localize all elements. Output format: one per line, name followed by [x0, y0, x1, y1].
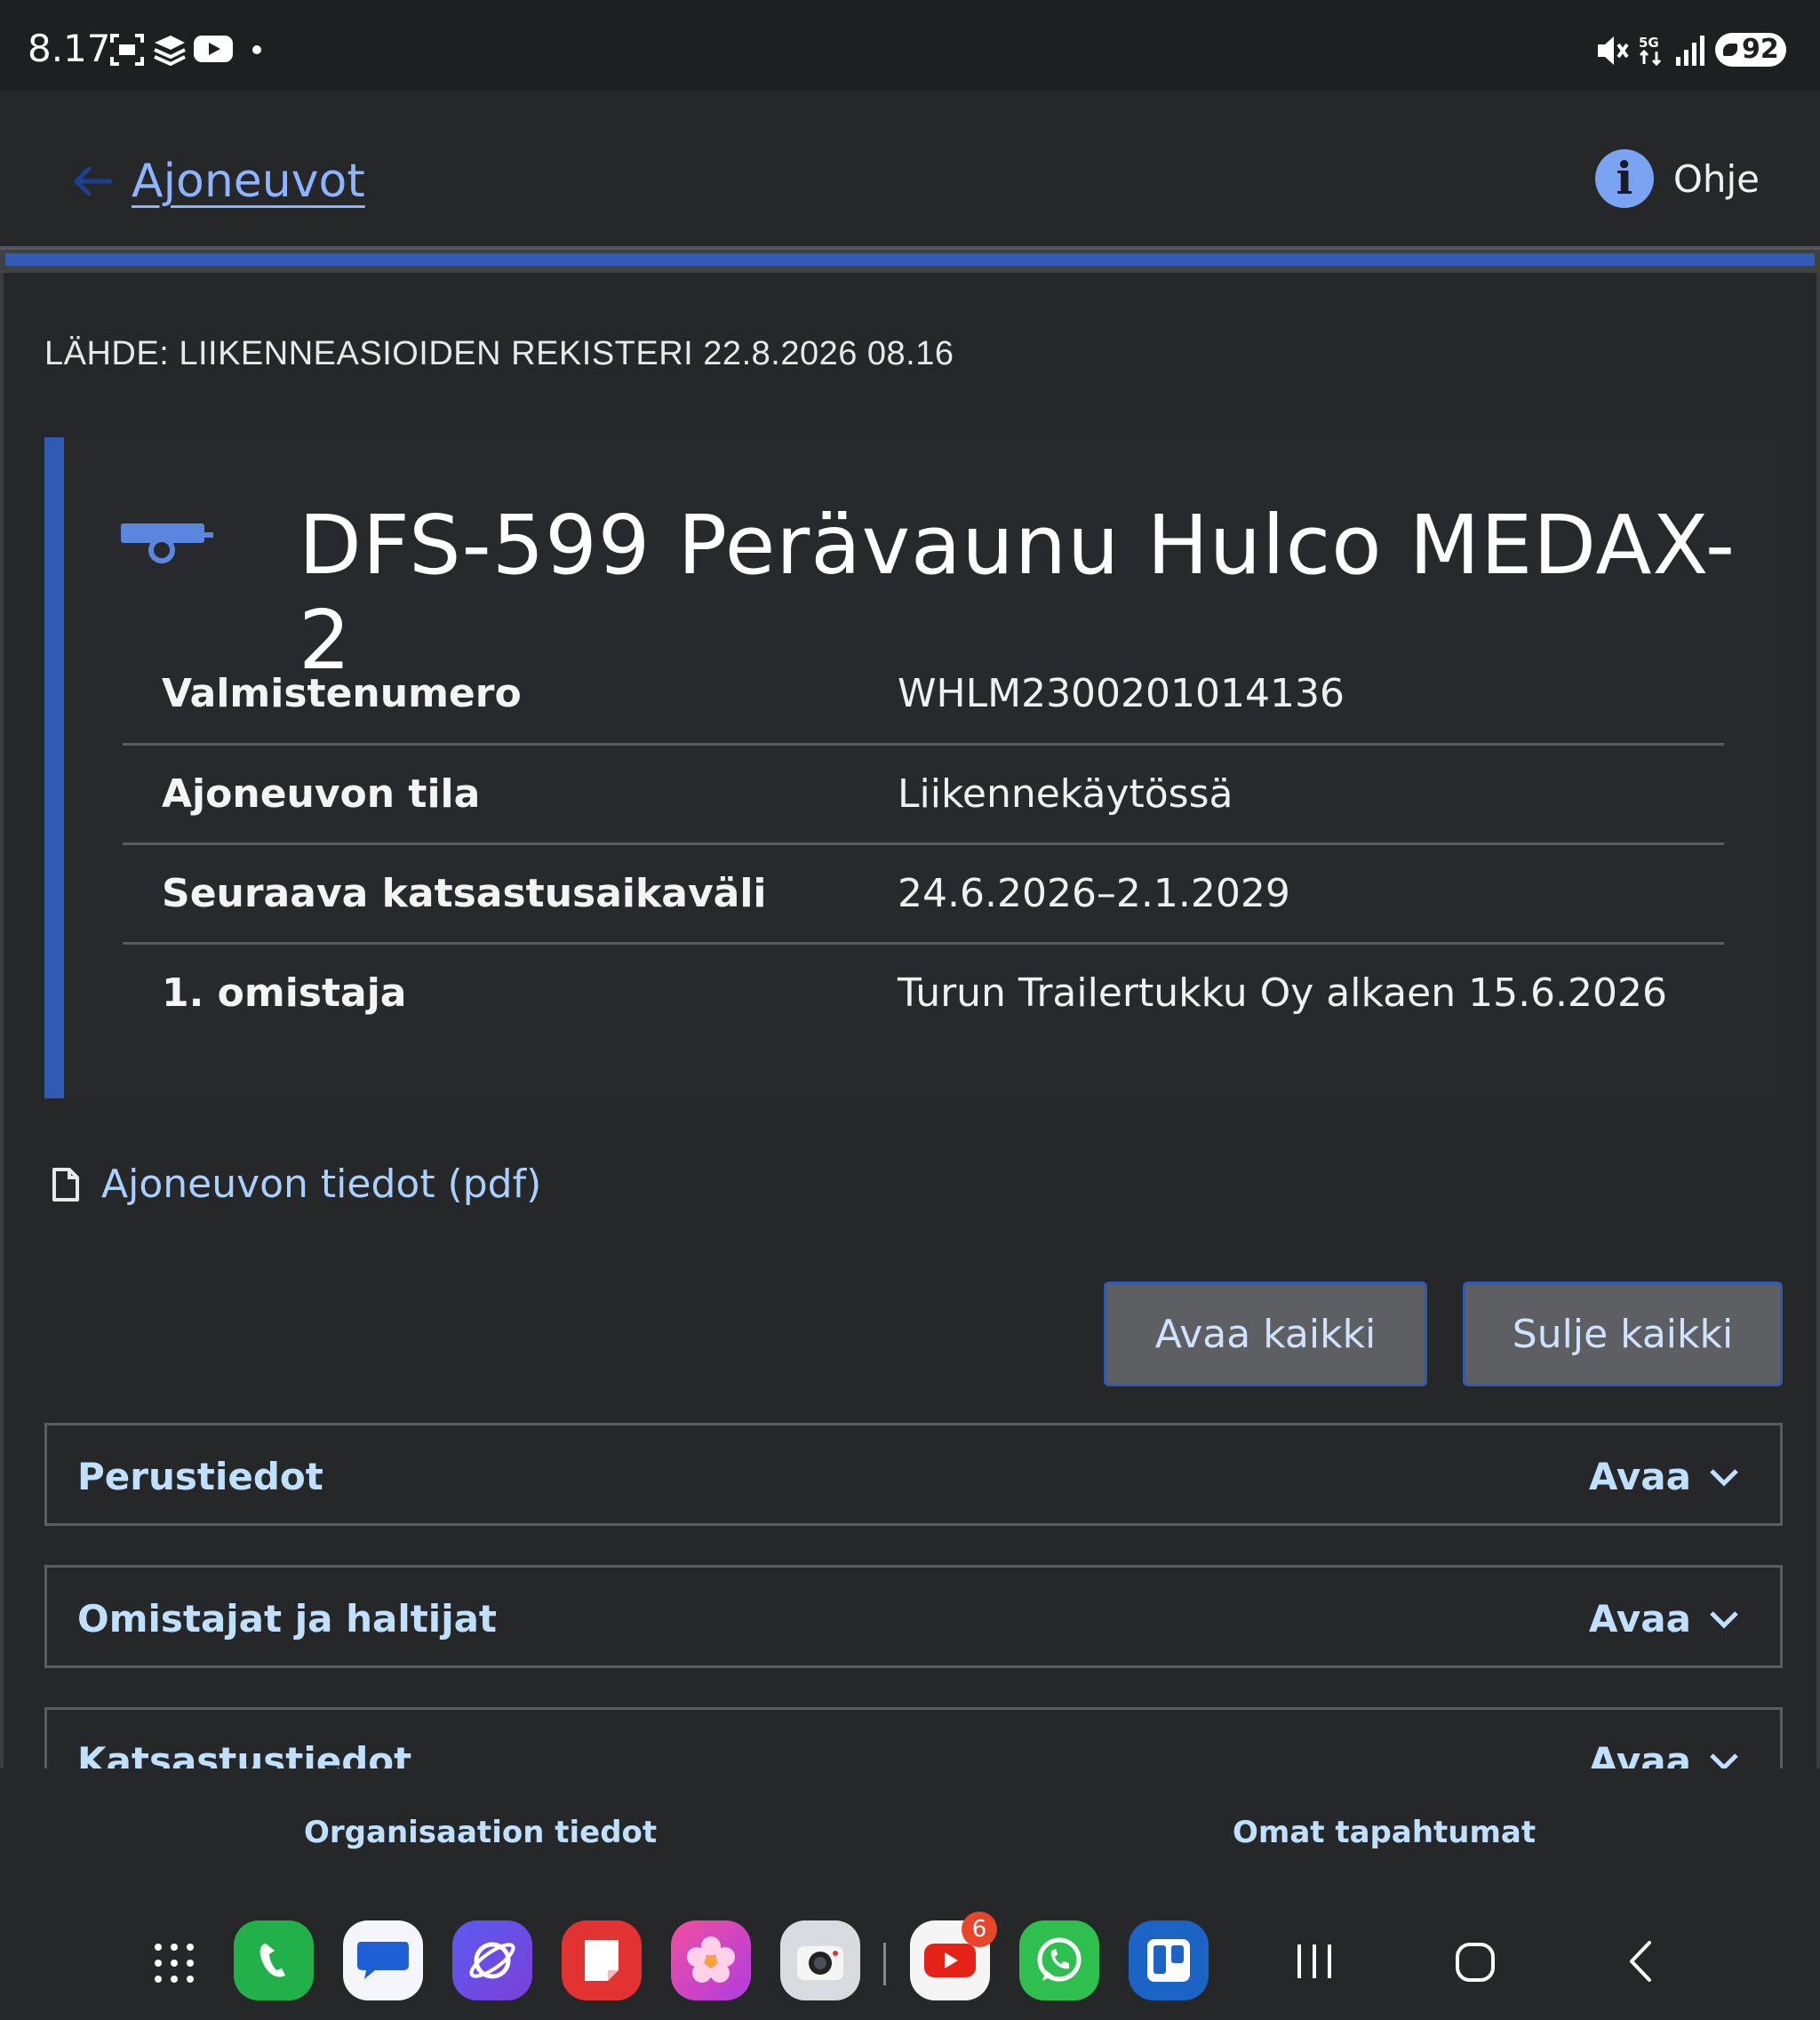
pdf-link-label: Ajoneuvon tiedot (pdf) [101, 1162, 542, 1207]
data-source: LÄHDE: LIIKENNEASIOIDEN REKISTERI 22.8.2… [44, 335, 954, 372]
vehicle-summary-card: DFS-599 Perävaunu Hulco MEDAX-2 Valmiste… [44, 437, 1783, 1098]
back-link-label: Ajoneuvot [132, 155, 365, 208]
camera-app-icon[interactable] [780, 1920, 860, 2000]
phone-glyph [259, 1944, 285, 1977]
vehicle-info-table: Valmistenumero WHLM2300201014136 Ajoneuv… [123, 644, 1724, 1042]
flower-glyph [687, 1936, 735, 1983]
row-value: 24.6.2026–2.1.2029 [898, 870, 1290, 916]
accordion-title: Omistajat ja haltijat [77, 1597, 498, 1641]
layers-icon [154, 36, 186, 66]
table-row: Seuraava katsastusaikaväli 24.6.2026–2.1… [123, 843, 1724, 943]
battery-indicator: 92 [1715, 33, 1786, 67]
accordion-basic-info[interactable]: Perustiedot Avaa [44, 1423, 1783, 1526]
whatsapp-glyph [1037, 1937, 1082, 1982]
notification-badge: 6 [962, 1912, 997, 1947]
nav-own-events[interactable]: Omat tapahtumat [1233, 1815, 1536, 1850]
5g-icon: 5G [1639, 35, 1662, 67]
notes-app-icon[interactable] [562, 1920, 642, 2000]
youtube-app-icon[interactable]: 6 [910, 1912, 997, 2000]
internet-app-icon[interactable] [452, 1920, 532, 2000]
whatsapp-app-icon[interactable] [1019, 1920, 1099, 2000]
row-label: Ajoneuvon tila [162, 770, 481, 817]
app-header: Ajoneuvot i Ohje [0, 91, 1820, 246]
card-accent-stripe [44, 437, 64, 1098]
help-label: Ohje [1672, 156, 1760, 201]
trello-app-icon[interactable] [1129, 1920, 1209, 2000]
accordion-title: Perustiedot [77, 1455, 323, 1498]
board-glyph [1147, 1939, 1190, 1982]
screenshot-icon [110, 34, 144, 66]
main-content: LÄHDE: LIIKENNEASIOIDEN REKISTERI 22.8.2… [0, 273, 1820, 1810]
accordion-owners[interactable]: Omistajat ja haltijat Avaa [44, 1565, 1783, 1668]
status-bar: 8.17 5G 92 [0, 0, 1820, 91]
accordion-toggle-label: Avaa [1588, 1597, 1691, 1641]
row-label: Valmistenumero [162, 670, 522, 716]
header-accent-bar [0, 246, 1820, 273]
info-icon: i [1594, 149, 1654, 208]
recent-apps-icon[interactable] [1294, 1939, 1335, 1984]
accordion-toggle[interactable]: Avaa [1589, 1455, 1739, 1498]
clock: 8.17 [28, 27, 111, 70]
accordion-toggle[interactable]: Avaa [1589, 1597, 1739, 1641]
row-value: WHLM2300201014136 [898, 670, 1345, 716]
accordion-toggle-label: Avaa [1588, 1455, 1691, 1498]
chevron-down-icon [1710, 1468, 1738, 1487]
system-dock: 6 [0, 1902, 1820, 2020]
vehicle-pdf-link[interactable]: Ajoneuvon tiedot (pdf) [52, 1162, 541, 1207]
row-label: 1. omistaja [162, 970, 407, 1017]
play-glyph [924, 1944, 976, 1977]
row-value: Liikennekäytössä [898, 770, 1233, 817]
phone-app-icon[interactable] [234, 1920, 314, 2000]
table-row: Valmistenumero WHLM2300201014136 [123, 644, 1724, 744]
home-icon[interactable] [1454, 1939, 1497, 1984]
nav-organization-info[interactable]: Organisaation tiedot [304, 1815, 657, 1850]
planet-glyph [469, 1942, 515, 1979]
open-all-button[interactable]: Avaa kaikki [1104, 1281, 1427, 1386]
camera-glyph [797, 1946, 843, 1980]
bottom-navigation: Organisaation tiedot Omat tapahtumat [0, 1768, 1820, 1902]
chevron-down-icon [1710, 1610, 1738, 1629]
help-button[interactable]: i Ohje [1594, 149, 1760, 208]
back-arrow-icon [74, 166, 112, 196]
row-label: Seuraava katsastusaikaväli [162, 870, 767, 916]
notification-dot [252, 45, 261, 54]
row-value: Turun Trailertukku Oy alkaen 15.6.2026 [898, 970, 1668, 1017]
back-link[interactable]: Ajoneuvot [71, 146, 365, 217]
table-row: 1. omistaja Turun Trailertukku Oy alkaen… [123, 943, 1724, 1042]
app-drawer-icon[interactable] [153, 1942, 196, 1984]
signal-icon [1676, 36, 1704, 66]
trailer-icon [121, 523, 213, 563]
document-icon [52, 1167, 79, 1202]
close-all-button[interactable]: Sulje kaikki [1463, 1281, 1783, 1386]
gallery-app-icon[interactable] [671, 1920, 751, 2000]
note-glyph [585, 1940, 619, 1981]
chat-bubble-glyph [357, 1942, 409, 1979]
messages-app-icon[interactable] [343, 1920, 423, 2000]
svg-text:5G: 5G [1639, 35, 1659, 51]
table-row: Ajoneuvon tila Liikennekäytössä [123, 744, 1724, 843]
dock-separator [883, 1943, 886, 1985]
back-nav-icon[interactable] [1623, 1939, 1658, 1984]
youtube-status-icon [194, 36, 233, 62]
mute-icon [1598, 36, 1629, 65]
